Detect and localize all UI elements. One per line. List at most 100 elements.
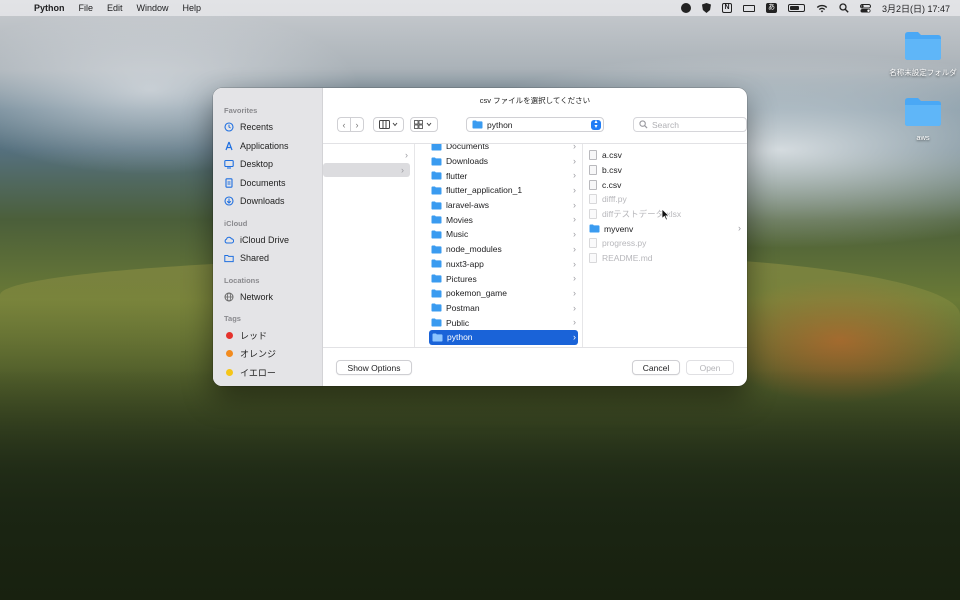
folder-row[interactable]: pokemon_game › [425,286,582,301]
control-center-icon[interactable] [859,3,871,13]
open-button[interactable]: Open [686,360,734,375]
chevron-right-icon: › [573,243,576,254]
file-row[interactable]: difff.py [583,192,747,207]
folder-row[interactable]: myvenv › [583,221,747,236]
file-row[interactable]: a.csv [583,148,747,163]
folder-row-label: node_modules [446,244,502,255]
file-row[interactable]: c.csv [583,177,747,192]
file-row[interactable]: b.csv [583,163,747,178]
folder-icon [431,303,442,312]
sidebar-item-label: Documents [240,177,286,188]
list-item-selected-parent[interactable]: › [323,162,410,178]
sidebar-item-label: Shared [240,253,270,264]
sidebar: Favorites Recents Applications Desktop D… [213,88,323,386]
menu-bar-clock[interactable]: 3月2日(日) 17:47 [882,2,950,15]
sidebar-item-recents[interactable]: Recents [213,118,322,137]
folder-row-selected[interactable]: python › [429,329,578,345]
grid-view-icon [414,120,432,129]
folder-row[interactable]: Downloads › [425,154,582,169]
folder-icon [431,144,442,151]
folder-row-label: Pictures [446,273,477,284]
folder-row-label: laravel-aws [446,200,489,211]
file-row[interactable]: README.md [583,251,747,266]
sidebar-item-icloud-drive[interactable]: iCloud Drive [213,231,322,250]
list-item[interactable]: › [323,148,414,163]
cancel-button[interactable]: Cancel [632,360,680,375]
sidebar-item-tag-red[interactable]: レッド [213,326,322,345]
red-tag-icon [226,331,233,339]
folder-icon [472,120,483,129]
folder-row[interactable]: Documents › [425,144,582,154]
desktop-folder-untitled[interactable]: 名称未設定フォルダ [883,29,960,78]
menu-edit[interactable]: Edit [107,3,123,13]
menu-app-name[interactable]: Python [34,3,65,13]
folder-row-label: Public [446,317,470,328]
folder-icon [431,318,442,327]
sidebar-item-label: Recents [240,122,274,133]
folder-row[interactable]: Movies › [425,212,582,227]
sidebar-item-desktop[interactable]: Desktop [213,155,322,174]
shield-icon[interactable] [701,3,711,13]
forward-button[interactable]: › [350,117,364,132]
folder-row[interactable]: nuxt3-app › [425,257,582,272]
menu-file[interactable]: File [79,3,94,13]
file-row-label: a.csv [602,150,622,161]
input-source-icon[interactable]: あ [765,3,777,13]
chevron-right-icon: › [573,273,576,284]
folder-row[interactable]: Public › [425,315,582,330]
folder-row[interactable]: node_modules › [425,242,582,257]
folder-row[interactable]: Postman › [425,301,582,316]
file-row[interactable]: progress.py [583,236,747,251]
location-popup[interactable]: python ▴ ▾ [466,117,604,132]
chevron-right-icon: › [573,144,576,151]
sidebar-item-downloads[interactable]: Downloads [213,192,322,211]
menu-window[interactable]: Window [137,3,169,13]
sidebar-item-shared[interactable]: Shared [213,249,322,268]
chevron-right-icon: › [355,119,359,130]
record-icon[interactable] [680,3,691,13]
folder-row[interactable]: Music › [425,227,582,242]
chevron-up-down-icon: ▴ ▾ [591,119,601,130]
group-button[interactable] [410,117,438,132]
column-3: a.csv b.csv c.csv difff.py diffテストデータ.xlsx my… [583,144,747,347]
sleep-icon[interactable] [742,4,755,12]
view-mode-button[interactable] [373,117,404,132]
battery-icon[interactable] [787,4,805,12]
sidebar-item-applications[interactable]: Applications [213,137,322,156]
file-icon [589,238,597,249]
sidebar-item-tag-yellow[interactable]: イエロー [213,363,322,382]
spotlight-search-icon[interactable] [839,3,849,13]
file-icon [589,253,597,264]
menu-bar: Python File Edit Window Help N あ 3月2日(日)… [0,0,960,16]
search-icon [639,120,648,129]
folder-row-label: python [447,332,473,343]
back-button[interactable]: ‹ [337,117,350,132]
chevron-right-icon: › [573,185,576,196]
dialog-title: csv ファイルを選択してください [479,96,591,105]
cloud-icon [224,236,234,244]
notion-icon[interactable]: N [721,3,732,13]
sidebar-header-favorites: Favorites [224,106,258,115]
chevron-right-icon: › [573,170,576,181]
folder-row-label: pokemon_game [446,288,507,299]
chevron-right-icon: › [573,331,576,342]
column-2: Documents › Downloads › flutter › flutter_appl… [425,144,583,347]
folder-row[interactable]: flutter › [425,168,582,183]
file-icon [589,150,597,161]
folder-icon [431,230,442,239]
folder-icon [905,98,941,126]
menu-help[interactable]: Help [183,3,202,13]
folder-row[interactable]: flutter_application_1 › [425,183,582,198]
sidebar-item-network[interactable]: Network [213,288,322,307]
folder-row[interactable]: laravel-aws › [425,198,582,213]
search-field[interactable]: Search [633,117,747,132]
wifi-icon[interactable] [816,4,828,13]
sidebar-item-documents[interactable]: Documents [213,174,322,193]
sidebar-item-tag-orange[interactable]: オレンジ [213,345,322,364]
show-options-button[interactable]: Show Options [336,360,412,375]
folder-icon [431,289,442,298]
sidebar-item-label: Downloads [240,196,285,207]
search-placeholder: Search [652,119,679,130]
folder-row[interactable]: Pictures › [425,271,582,286]
desktop-folder-aws[interactable]: aws [883,95,960,142]
